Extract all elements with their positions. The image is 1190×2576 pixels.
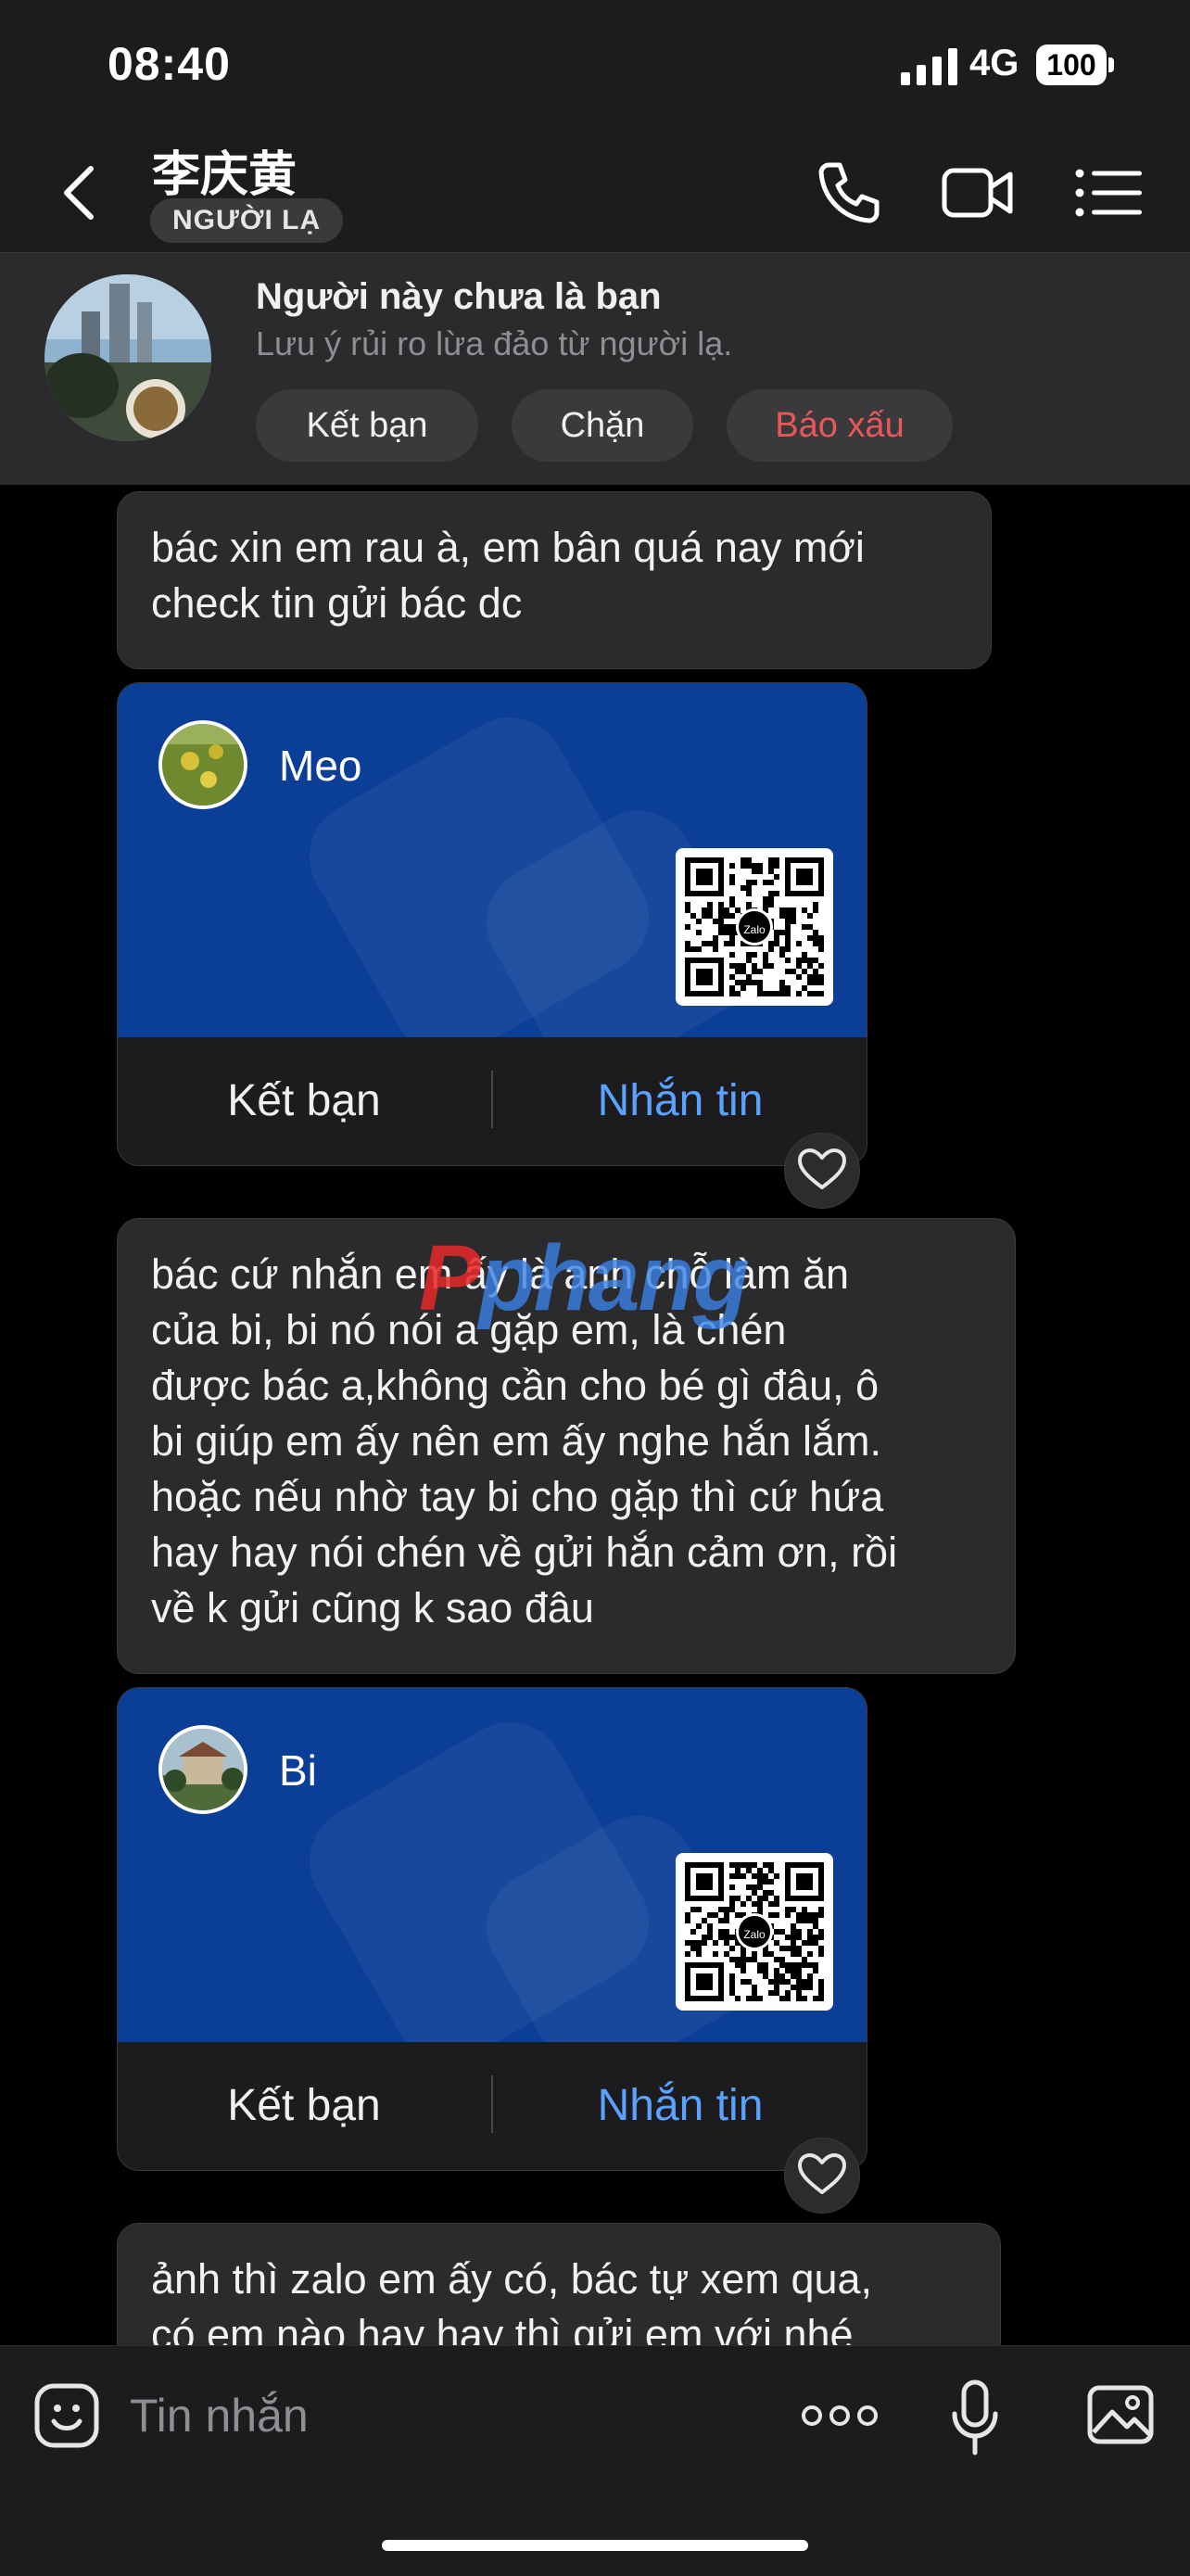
card-add-friend-button[interactable]: Kết bạn [118, 1037, 490, 1165]
banner-title: Người này chưa là bạn [256, 276, 662, 317]
banner-subtitle: Lưu ý rủi ro lừa đảo từ người lạ. [256, 324, 733, 362]
card-avatar [158, 720, 247, 809]
more-icon[interactable] [801, 2397, 879, 2434]
card-contact-name: Bi [279, 1746, 317, 1795]
message-input[interactable] [130, 2382, 723, 2449]
qr-zalo-logo: Zalo [736, 908, 773, 945]
message-bubble[interactable]: bác xin em rau à, em bân quá nay mới che… [117, 491, 992, 669]
block-button[interactable]: Chặn [512, 389, 693, 462]
contact-avatar[interactable] [44, 274, 211, 441]
contact-card[interactable]: Meo Zalo Kết bạn Nhắn tin [117, 682, 867, 1166]
video-call-icon[interactable] [942, 163, 1014, 222]
qr-code: Zalo [676, 1853, 833, 2011]
contact-name[interactable]: 李庆黄 [152, 135, 297, 205]
image-icon[interactable] [1086, 2380, 1155, 2449]
card-actions: Kết bạn Nhắn tin [118, 2042, 867, 2170]
back-icon[interactable] [57, 163, 98, 222]
heart-icon[interactable] [784, 1133, 860, 1209]
battery-level: 100 [1046, 48, 1096, 82]
microphone-icon[interactable] [949, 2379, 1001, 2456]
battery-icon: 100 [1036, 44, 1114, 85]
contact-card-header: Bi Zalo [118, 1688, 867, 2042]
emoji-icon[interactable] [33, 2382, 100, 2449]
contact-card[interactable]: Bi Zalo Kết bạn Nhắn tin [117, 1687, 867, 2171]
card-contact-name: Meo [279, 742, 362, 790]
menu-list-icon[interactable] [1075, 169, 1142, 217]
watermark-logo: Pphang [419, 1226, 750, 1330]
phone-icon[interactable] [816, 159, 882, 226]
signal-icon [901, 48, 957, 85]
home-indicator [382, 2540, 808, 2551]
card-avatar [158, 1725, 247, 1814]
status-time: 08:40 [108, 38, 231, 90]
qr-code: Zalo [676, 848, 833, 1006]
add-friend-button[interactable]: Kết bạn [256, 389, 478, 462]
stranger-badge: NGƯỜI LẠ [150, 198, 344, 243]
divider [491, 2075, 493, 2133]
card-actions: Kết bạn Nhắn tin [118, 1037, 867, 1165]
heart-icon[interactable] [784, 2138, 860, 2214]
network-type: 4G [969, 43, 1019, 83]
divider [491, 1071, 493, 1128]
card-add-friend-button[interactable]: Kết bạn [118, 2042, 490, 2170]
qr-zalo-logo: Zalo [736, 1913, 773, 1950]
contact-card-header: Meo Zalo [118, 683, 867, 1037]
report-button[interactable]: Báo xấu [727, 389, 953, 462]
